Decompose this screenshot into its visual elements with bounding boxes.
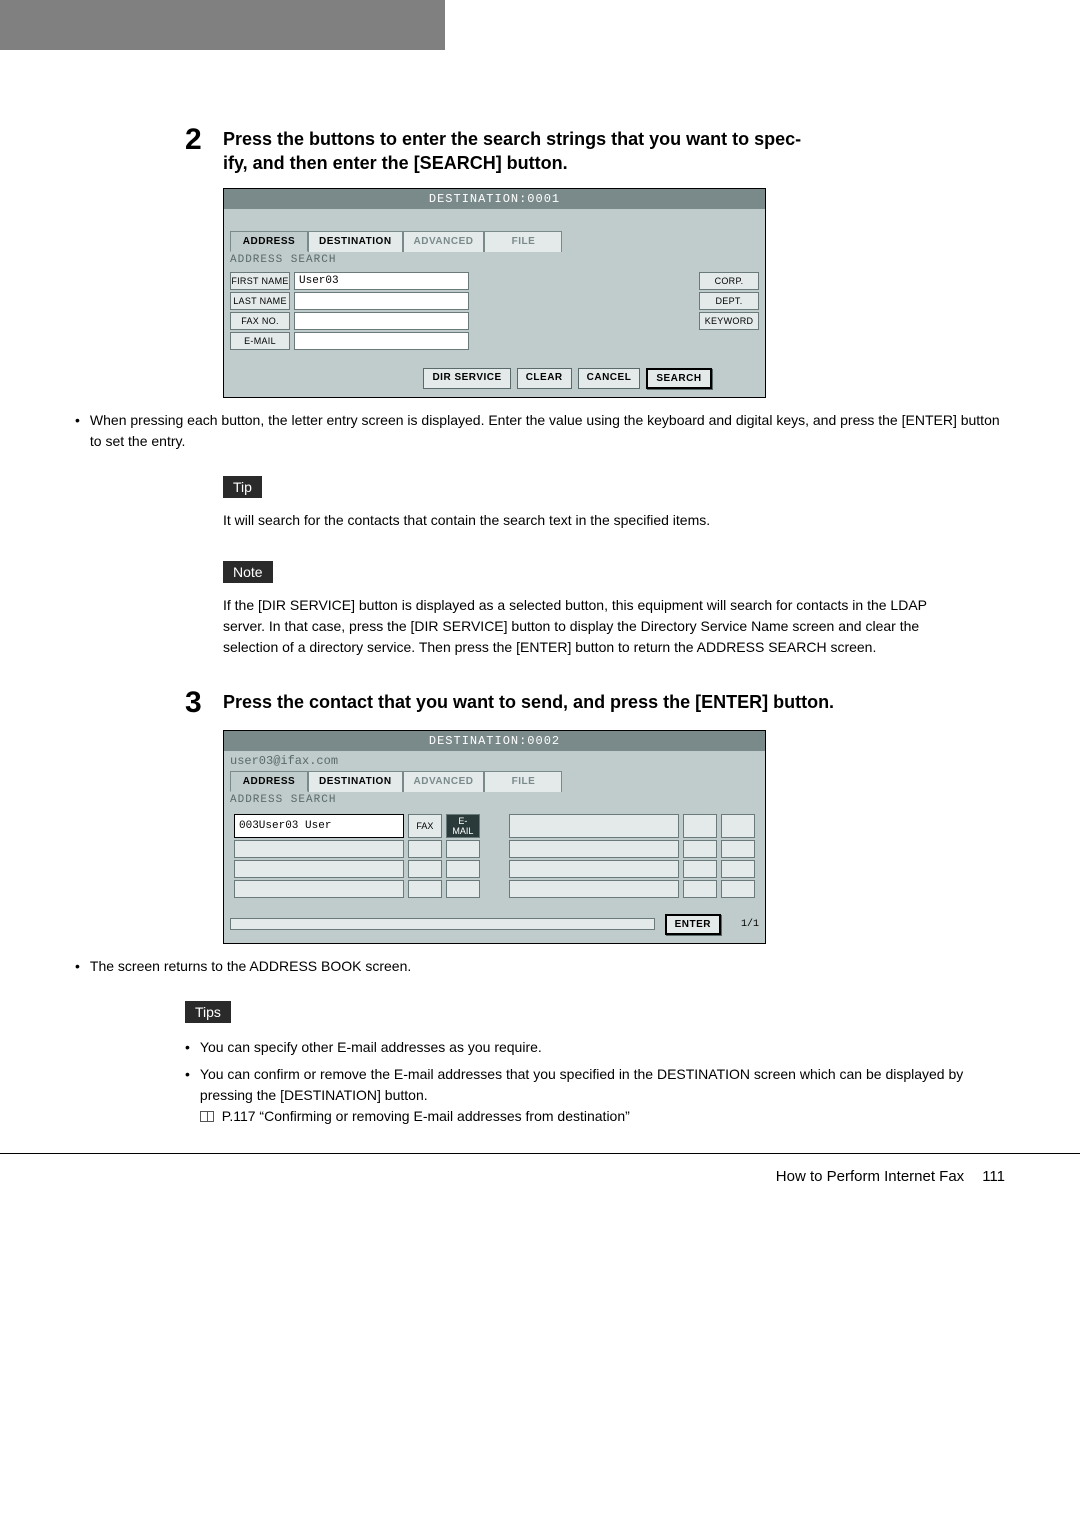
- result-row-2: [234, 840, 755, 858]
- result-empty-3b[interactable]: [408, 860, 442, 878]
- tab-advanced-2[interactable]: ADVANCED: [403, 771, 485, 792]
- footer-text: How to Perform Internet Fax: [776, 1168, 964, 1185]
- tips-bullet-2: • You can confirm or remove the E-mail a…: [185, 1064, 965, 1127]
- result-table: 003User03 User FAX E-MAIL: [230, 812, 759, 900]
- search-form: FIRST NAME User03 CORP. LAST NAME DEPT. …: [224, 268, 765, 362]
- page-footer: How to Perform Internet Fax 111: [0, 1154, 1080, 1215]
- header-blank: [445, 0, 1080, 50]
- step3-bullet: • The screen returns to the ADDRESS BOOK…: [75, 956, 1005, 977]
- email-field[interactable]: [294, 332, 469, 350]
- result-body: 003User03 User FAX E-MAIL: [224, 808, 765, 910]
- clear-button[interactable]: CLEAR: [517, 368, 572, 389]
- result-row-1: 003User03 User FAX E-MAIL: [234, 814, 755, 838]
- result-empty-4d[interactable]: [509, 880, 679, 898]
- footer-page: 111: [982, 1168, 1005, 1185]
- tips-bullet-1-text: You can specify other E-mail addresses a…: [200, 1037, 542, 1058]
- tab-destination-1[interactable]: DESTINATION: [308, 231, 403, 252]
- dest-title-2: DESTINATION:0002: [224, 731, 765, 751]
- tips-bullet-2-text: You can confirm or remove the E-mail add…: [200, 1066, 963, 1103]
- keyword-button[interactable]: KEYWORD: [699, 312, 759, 330]
- faxno-button[interactable]: FAX NO.: [230, 312, 290, 330]
- result-empty-3f[interactable]: [721, 860, 755, 878]
- step2-bullet: • When pressing each button, the letter …: [75, 410, 1005, 452]
- result-empty-2d[interactable]: [509, 840, 679, 858]
- dir-service-button[interactable]: DIR SERVICE: [423, 368, 510, 389]
- cancel-button[interactable]: CANCEL: [578, 368, 641, 389]
- tab-address-2[interactable]: ADDRESS: [230, 771, 308, 792]
- result-empty-3e[interactable]: [683, 860, 717, 878]
- result-empty-4e[interactable]: [683, 880, 717, 898]
- result-row-3: [234, 860, 755, 878]
- step-2-title: Press the buttons to enter the search st…: [223, 125, 801, 176]
- result-empty-1c[interactable]: [721, 814, 755, 838]
- tips-tag: Tips: [185, 1001, 231, 1023]
- first-name-field[interactable]: User03: [294, 272, 469, 290]
- result-empty-4f[interactable]: [721, 880, 755, 898]
- email-button[interactable]: E-MAIL: [230, 332, 290, 350]
- result-empty-4c[interactable]: [446, 880, 480, 898]
- result-empty-3c[interactable]: [446, 860, 480, 878]
- dest-title-1: DESTINATION:0001: [224, 189, 765, 209]
- address-search-label-2: ADDRESS SEARCH: [224, 792, 765, 808]
- result-screenshot: DESTINATION:0002 user03@ifax.com ADDRESS…: [223, 730, 766, 944]
- tip-text: It will search for the contacts that con…: [223, 510, 965, 531]
- note-tag: Note: [223, 561, 273, 583]
- result-fax-1[interactable]: FAX: [408, 814, 442, 838]
- action-row-1: DIR SERVICE CLEAR CANCEL SEARCH: [224, 362, 765, 397]
- result-empty-3d[interactable]: [509, 860, 679, 878]
- result-empty-1a[interactable]: [509, 814, 679, 838]
- note-text: If the [DIR SERVICE] button is displayed…: [223, 595, 965, 658]
- first-name-button[interactable]: FIRST NAME: [230, 272, 290, 290]
- last-name-button[interactable]: LAST NAME: [230, 292, 290, 310]
- tab-file-1[interactable]: FILE: [484, 231, 562, 252]
- tips-ref: P.117 “Confirming or removing E-mail add…: [222, 1108, 630, 1124]
- step3-bullet-text: The screen returns to the ADDRESS BOOK s…: [90, 956, 411, 977]
- result-name-1[interactable]: 003User03 User: [234, 814, 404, 838]
- step-2-number: 2: [185, 125, 223, 155]
- corp-button[interactable]: CORP.: [699, 272, 759, 290]
- result-email-1[interactable]: E-MAIL: [446, 814, 480, 838]
- result-empty-4a[interactable]: [234, 880, 404, 898]
- step-3-title: Press the contact that you want to send,…: [223, 688, 834, 714]
- dest-line-2: user03@ifax.com: [224, 751, 765, 771]
- result-empty-2a[interactable]: [234, 840, 404, 858]
- result-empty-1b[interactable]: [683, 814, 717, 838]
- step-2: 2 Press the buttons to enter the search …: [185, 125, 1005, 176]
- scroll-strip[interactable]: [230, 918, 655, 930]
- result-empty-3a[interactable]: [234, 860, 404, 878]
- tab-row-2: ADDRESS DESTINATION ADVANCED FILE: [224, 771, 765, 792]
- tab-address-1[interactable]: ADDRESS: [230, 231, 308, 252]
- bullet-dot: •: [75, 410, 80, 452]
- result-empty-2b[interactable]: [408, 840, 442, 858]
- dept-button[interactable]: DEPT.: [699, 292, 759, 310]
- search-button[interactable]: SEARCH: [646, 368, 711, 389]
- tab-advanced-1[interactable]: ADVANCED: [403, 231, 485, 252]
- faxno-field[interactable]: [294, 312, 469, 330]
- dest-gap-1: [224, 209, 765, 231]
- book-icon: [200, 1111, 214, 1122]
- address-search-screenshot: DESTINATION:0001 ADDRESS DESTINATION ADV…: [223, 188, 766, 398]
- result-empty-2c[interactable]: [446, 840, 480, 858]
- tab-destination-2[interactable]: DESTINATION: [308, 771, 403, 792]
- result-empty-2e[interactable]: [683, 840, 717, 858]
- page-body: 2 Press the buttons to enter the search …: [0, 50, 1080, 1154]
- tab-file-2[interactable]: FILE: [484, 771, 562, 792]
- step-3: 3 Press the contact that you want to sen…: [185, 688, 1005, 718]
- header-bar: [0, 0, 1080, 50]
- enter-button[interactable]: ENTER: [665, 914, 721, 935]
- step-3-number: 3: [185, 688, 223, 718]
- result-empty-4b[interactable]: [408, 880, 442, 898]
- result-empty-2f[interactable]: [721, 840, 755, 858]
- address-search-label-1: ADDRESS SEARCH: [224, 252, 765, 268]
- tab-row-1: ADDRESS DESTINATION ADVANCED FILE: [224, 231, 765, 252]
- page-indicator: 1/1: [741, 919, 759, 930]
- header-tab-area: [0, 0, 445, 50]
- tip-tag: Tip: [223, 476, 262, 498]
- bullet-dot-2: •: [75, 956, 80, 977]
- step2-bullet-text: When pressing each button, the letter en…: [90, 410, 1005, 452]
- tips-bullet-1: • You can specify other E-mail addresses…: [185, 1037, 965, 1058]
- last-name-field[interactable]: [294, 292, 469, 310]
- result-row-4: [234, 880, 755, 898]
- result-bottom: ENTER 1/1: [224, 910, 765, 943]
